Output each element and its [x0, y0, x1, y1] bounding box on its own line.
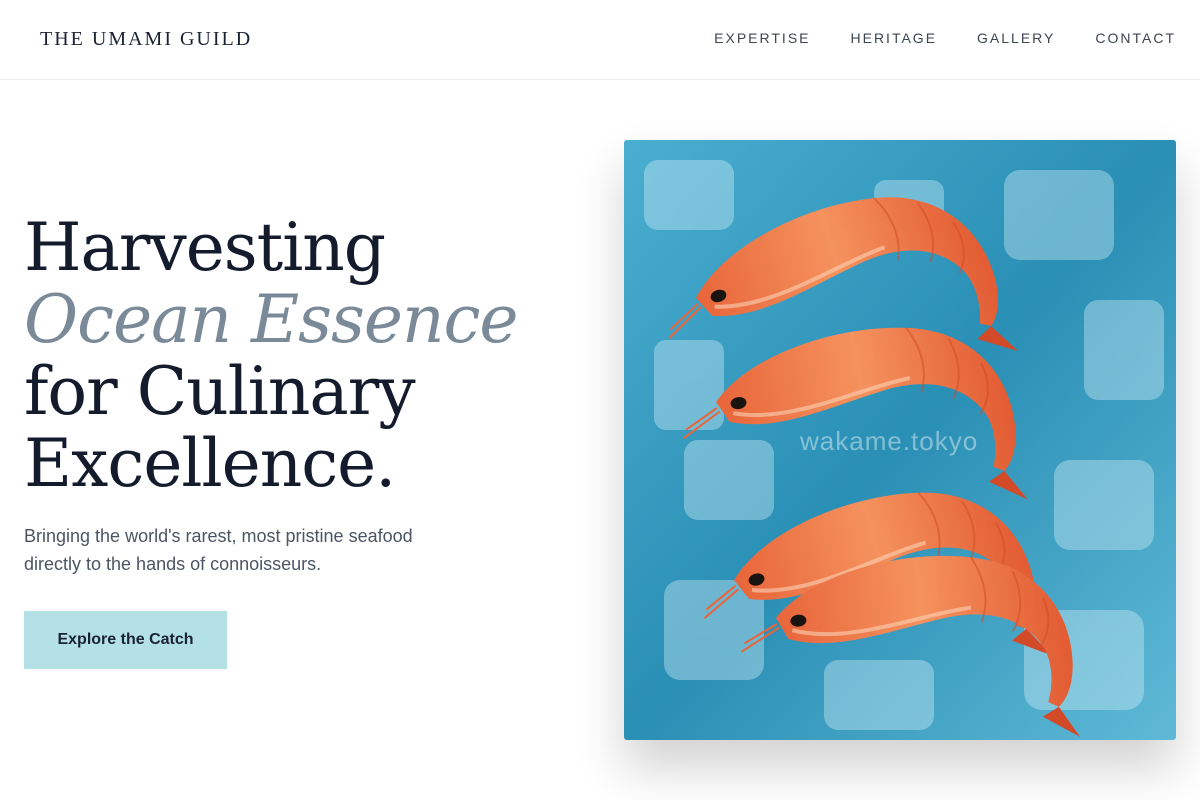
brand-logo[interactable]: THE UMAMI GUILD [40, 28, 252, 51]
headline-line-1: Harvesting [24, 209, 386, 286]
nav-item-contact[interactable]: CONTACT [1095, 30, 1176, 46]
explore-catch-button[interactable]: Explore the Catch [24, 611, 227, 669]
main-nav: EXPERTISE HERITAGE GALLERY CONTACT [714, 30, 1176, 46]
hero-content: Harvesting Ocean Essence for Culinary Ex… [24, 212, 544, 596]
nav-item-heritage[interactable]: HERITAGE [851, 30, 938, 46]
hero-shrimp-image: wakame.tokyo [624, 140, 1176, 740]
image-watermark: wakame.tokyo [800, 426, 979, 456]
hero-subtitle: Bringing the world's rarest, most pristi… [24, 526, 413, 574]
nav-item-expertise[interactable]: EXPERTISE [714, 30, 810, 46]
nav-item-gallery[interactable]: GALLERY [977, 30, 1055, 46]
headline-line-4: Excellence. [24, 425, 396, 502]
hero-headline: Harvesting Ocean Essence for Culinary Ex… [24, 212, 544, 500]
site-header: THE UMAMI GUILD EXPERTISE HERITAGE GALLE… [0, 0, 1200, 80]
headline-line-3: for Culinary [24, 353, 416, 430]
headline-line-accent: Ocean Essence [24, 281, 518, 358]
